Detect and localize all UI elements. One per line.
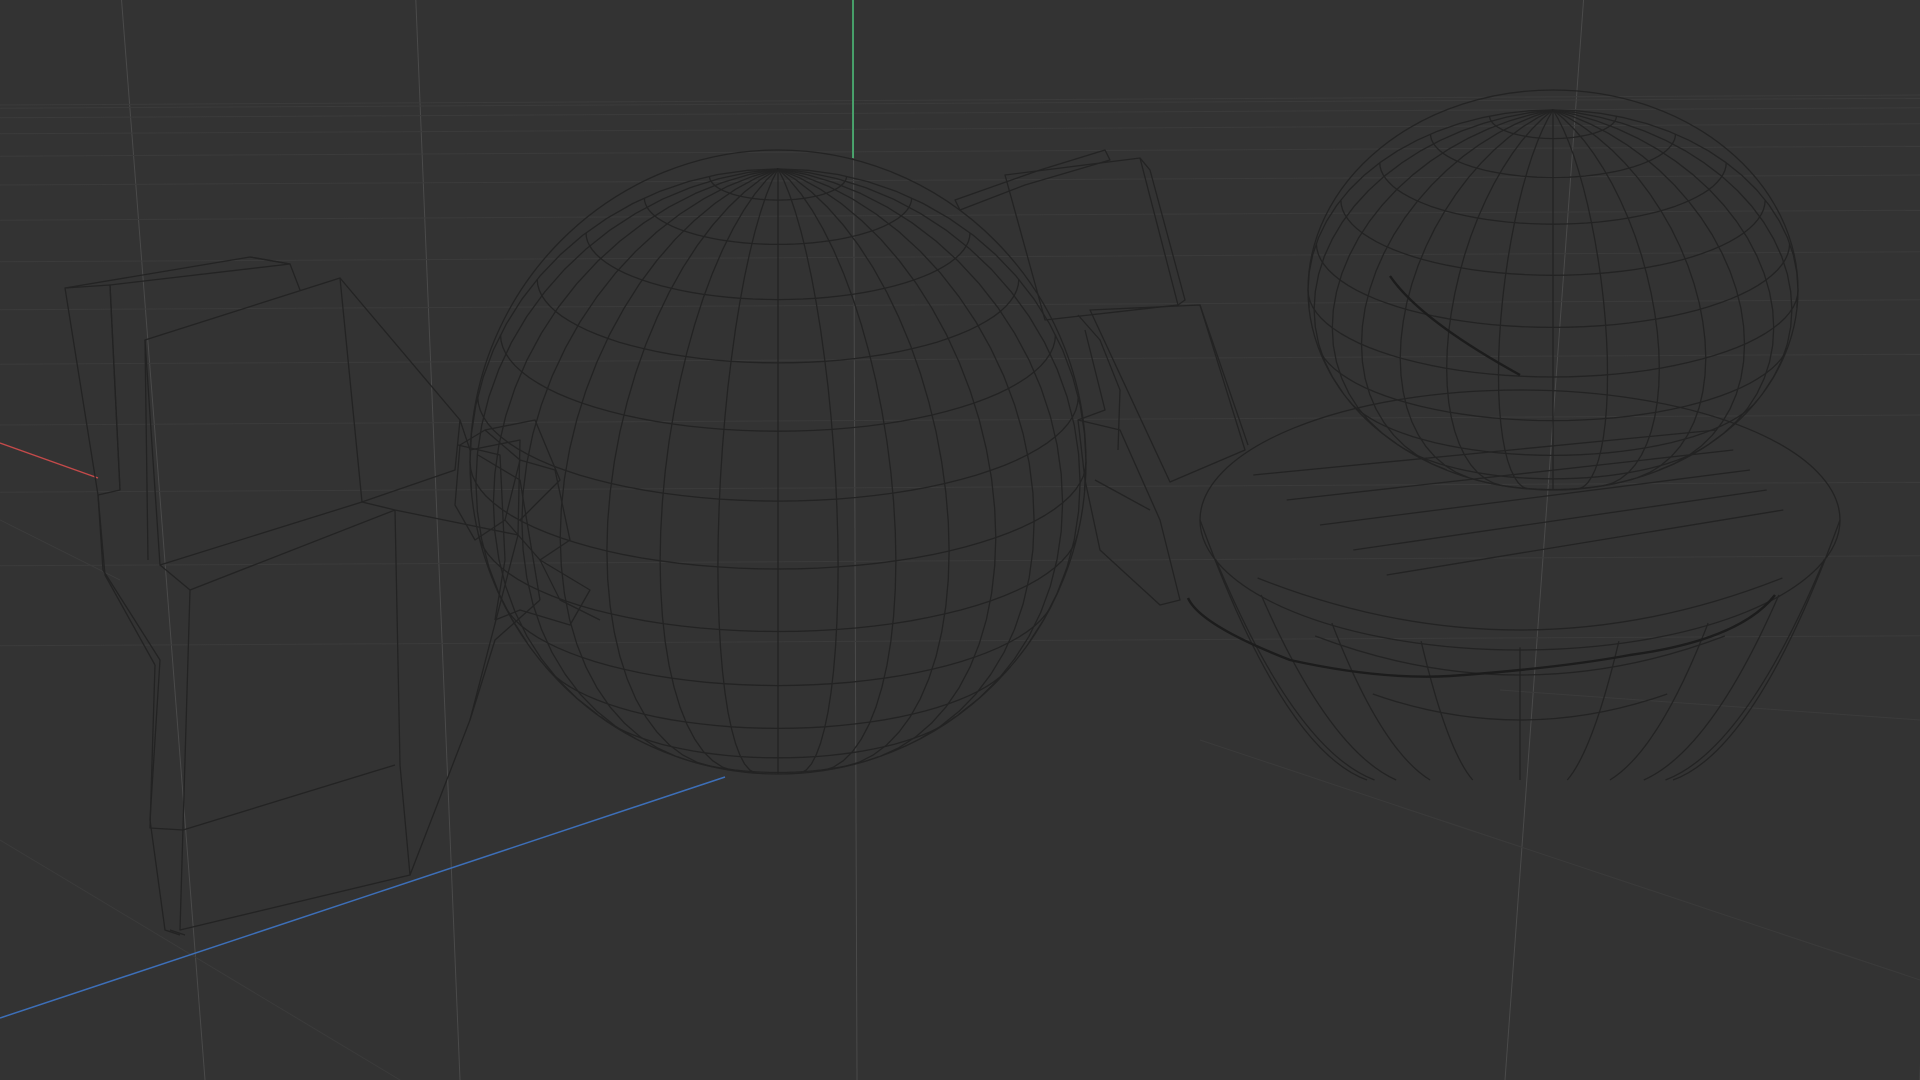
- viewport-canvas[interactable]: [0, 0, 1920, 1080]
- 3d-viewport[interactable]: [0, 0, 1920, 1080]
